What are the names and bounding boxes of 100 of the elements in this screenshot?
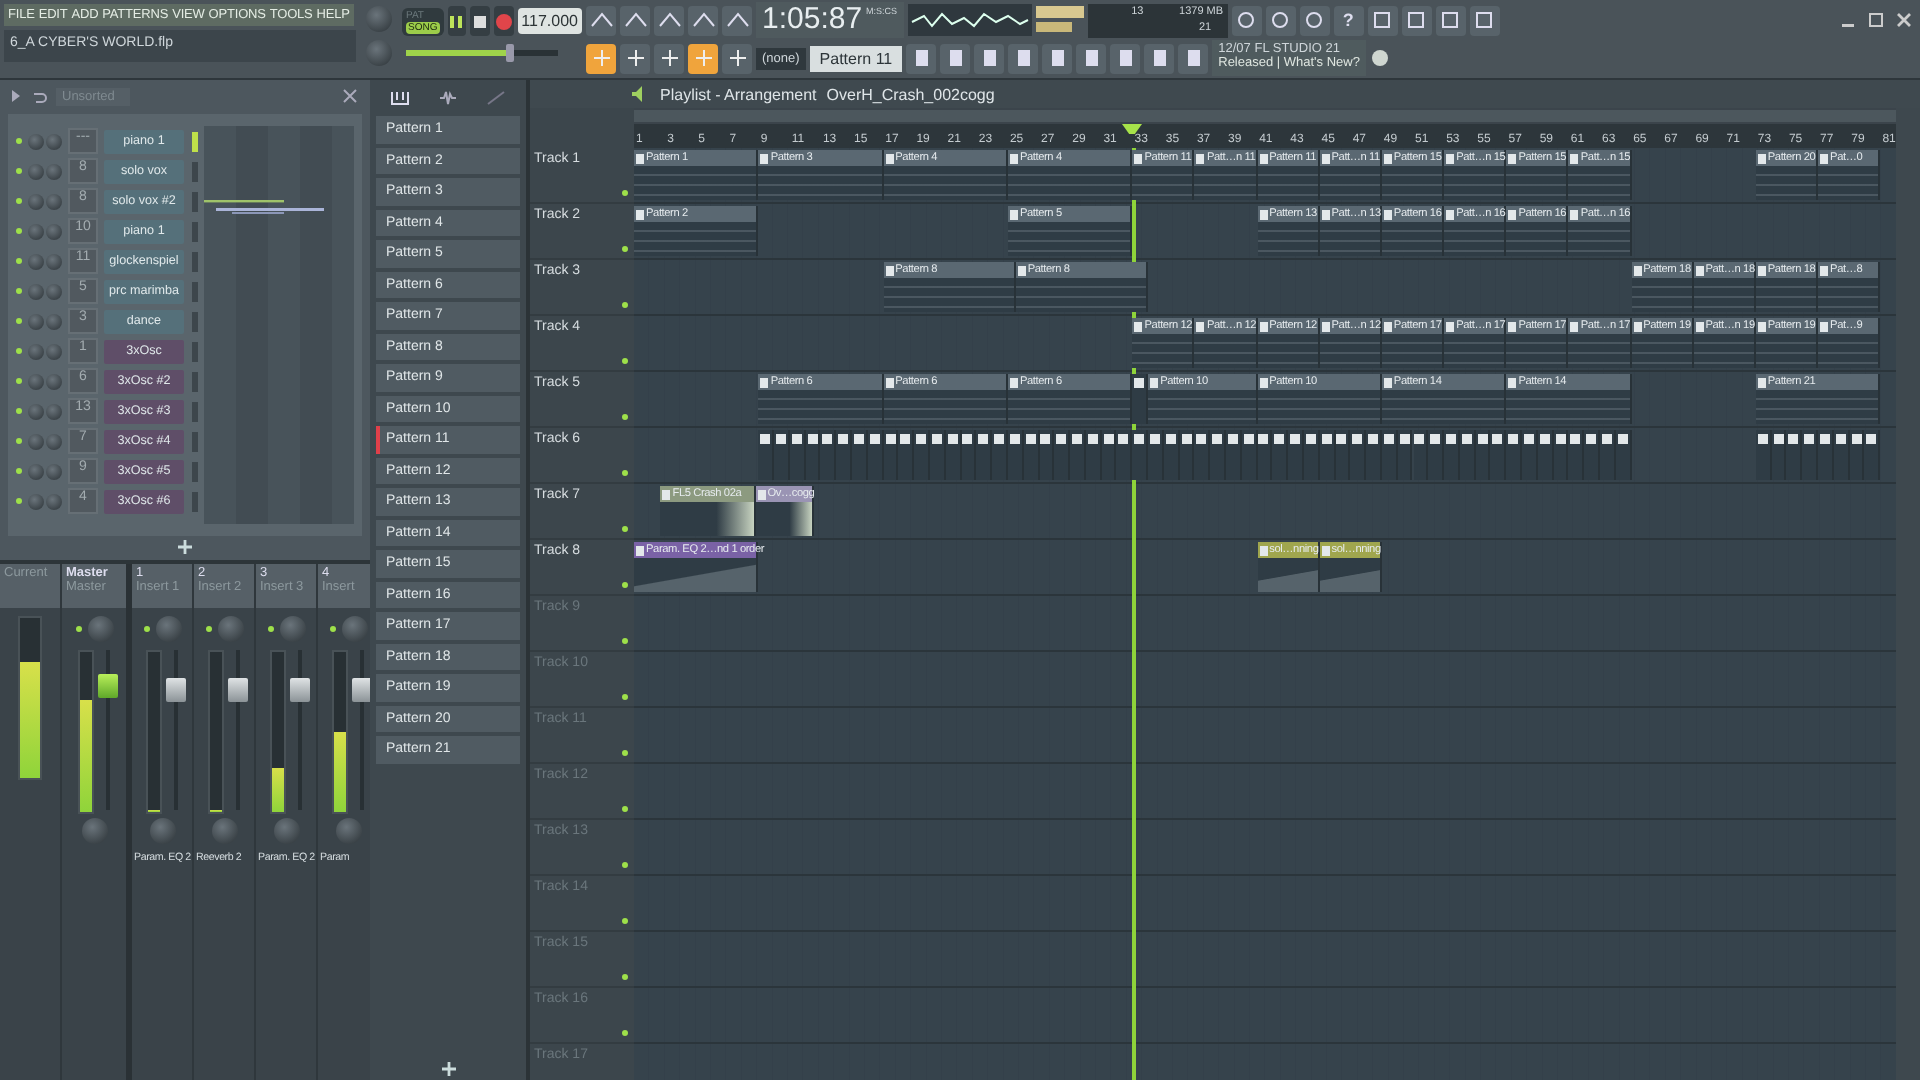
- channel-led[interactable]: [16, 348, 22, 354]
- pattern-clip[interactable]: [1054, 430, 1071, 480]
- pattern-clip[interactable]: [914, 430, 930, 480]
- pattern-clip[interactable]: [1413, 430, 1429, 480]
- pattern-clip[interactable]: [1818, 430, 1834, 480]
- pattern-clip[interactable]: [836, 430, 853, 480]
- channel-led[interactable]: [16, 498, 22, 504]
- pattern-clip[interactable]: [976, 430, 993, 480]
- pattern-clip[interactable]: [1210, 430, 1227, 480]
- maximize-icon[interactable]: [1868, 12, 1884, 28]
- strip-led[interactable]: [143, 626, 149, 632]
- pattern-clip[interactable]: [1444, 430, 1460, 480]
- pattern-clip[interactable]: [1116, 430, 1133, 480]
- channel-select-indicator[interactable]: [192, 131, 198, 151]
- fader-handle[interactable]: [352, 678, 370, 703]
- channel-led[interactable]: [16, 438, 22, 444]
- rectangle-icon: [979, 48, 1000, 68]
- add-icon[interactable]: [178, 539, 192, 553]
- strip-led[interactable]: [329, 626, 335, 632]
- breadcrumb[interactable]: OverH_Crash_002cogg: [826, 85, 995, 103]
- pattern-clip[interactable]: [1272, 430, 1289, 480]
- vertical-scrollbar[interactable]: [1896, 108, 1920, 1080]
- pattern-clip[interactable]: [758, 430, 775, 480]
- channel-led[interactable]: [16, 168, 22, 174]
- track-led[interactable]: [622, 470, 628, 476]
- channel-led[interactable]: [16, 258, 22, 264]
- pattern-clip[interactable]: [898, 430, 915, 480]
- waveform-icon[interactable]: [438, 90, 458, 106]
- pattern-clip[interactable]: [1522, 430, 1538, 480]
- pattern-clip[interactable]: [1864, 430, 1881, 480]
- pattern-clip[interactable]: [1786, 430, 1803, 480]
- pause-button[interactable]: [447, 6, 467, 36]
- overview-scrollbar[interactable]: [634, 110, 1896, 122]
- pattern-clip[interactable]: [1755, 430, 1772, 480]
- fader-handle[interactable]: [98, 674, 118, 698]
- track-led[interactable]: [622, 638, 628, 644]
- pattern-clip[interactable]: [1132, 374, 1149, 424]
- pattern-clip[interactable]: [1226, 430, 1242, 480]
- close-icon[interactable]: [342, 88, 360, 104]
- undo-icon[interactable]: [30, 87, 48, 105]
- track-led[interactable]: [622, 974, 628, 980]
- rectangle-icon: [1013, 48, 1034, 68]
- channel-led[interactable]: [16, 378, 22, 384]
- pattern-clip[interactable]: [774, 430, 790, 480]
- channel-led[interactable]: [16, 408, 22, 414]
- track-led[interactable]: [622, 918, 628, 924]
- fader-handle[interactable]: [290, 678, 310, 703]
- help-button[interactable]: ?: [1333, 5, 1364, 35]
- pattern-clip[interactable]: [1070, 430, 1086, 480]
- pattern-clip[interactable]: [1132, 430, 1149, 480]
- piano-icon[interactable]: [390, 90, 410, 106]
- track-led[interactable]: [622, 750, 628, 756]
- add-icon[interactable]: [441, 1062, 455, 1076]
- pattern-clip[interactable]: [1366, 430, 1382, 480]
- pattern-clip[interactable]: [1428, 430, 1445, 480]
- pattern-clip[interactable]: [930, 430, 946, 480]
- pause-icon: [448, 13, 465, 29]
- track-led[interactable]: [622, 806, 628, 812]
- channel-led[interactable]: [16, 288, 22, 294]
- pattern-clip[interactable]: [1584, 430, 1600, 480]
- track-led[interactable]: [622, 302, 628, 308]
- track-led[interactable]: [622, 190, 628, 196]
- close-icon[interactable]: [1896, 12, 1912, 28]
- triangle-icon[interactable]: [10, 88, 22, 104]
- strip-led[interactable]: [75, 626, 81, 632]
- strip-led[interactable]: [205, 626, 211, 632]
- pattern-clip[interactable]: [1568, 430, 1585, 480]
- tempo-display[interactable]: 117.000: [517, 8, 582, 34]
- track-led[interactable]: [622, 526, 628, 532]
- track-led[interactable]: [622, 1030, 628, 1036]
- pattern-clip[interactable]: [852, 430, 868, 480]
- track-led[interactable]: [622, 862, 628, 868]
- channel-led[interactable]: [16, 198, 22, 204]
- channel-led[interactable]: [16, 138, 22, 144]
- pattern-clip[interactable]: [1288, 430, 1304, 480]
- pattern-clip[interactable]: [1194, 430, 1211, 480]
- pattern-clip[interactable]: [1506, 430, 1523, 480]
- track-led[interactable]: [622, 414, 628, 420]
- main-pitch-slider[interactable]: [406, 50, 558, 56]
- channel-led[interactable]: [16, 468, 22, 474]
- strip-led[interactable]: [267, 626, 273, 632]
- channel-led[interactable]: [16, 318, 22, 324]
- pattern-clip[interactable]: [1802, 430, 1819, 480]
- pattern-clip[interactable]: [1350, 430, 1367, 480]
- channel-led[interactable]: [16, 228, 22, 234]
- fader-handle[interactable]: [228, 678, 248, 703]
- note-preview-drawing: [204, 198, 324, 214]
- pattern-clip[interactable]: [992, 430, 1008, 480]
- chevron-icon: [725, 10, 749, 30]
- track-led[interactable]: [622, 358, 628, 364]
- track-led[interactable]: [622, 582, 628, 588]
- pattern-clip[interactable]: [1490, 430, 1507, 480]
- pattern-selector[interactable]: Pattern 11: [809, 45, 903, 71]
- pattern-clip[interactable]: [1148, 430, 1164, 480]
- pattern-clip[interactable]: [820, 430, 837, 480]
- plus-icon: [659, 48, 679, 68]
- track-led[interactable]: [622, 246, 628, 252]
- track-led[interactable]: [622, 694, 628, 700]
- fader-handle[interactable]: [166, 678, 186, 703]
- stop-button[interactable]: [470, 6, 490, 36]
